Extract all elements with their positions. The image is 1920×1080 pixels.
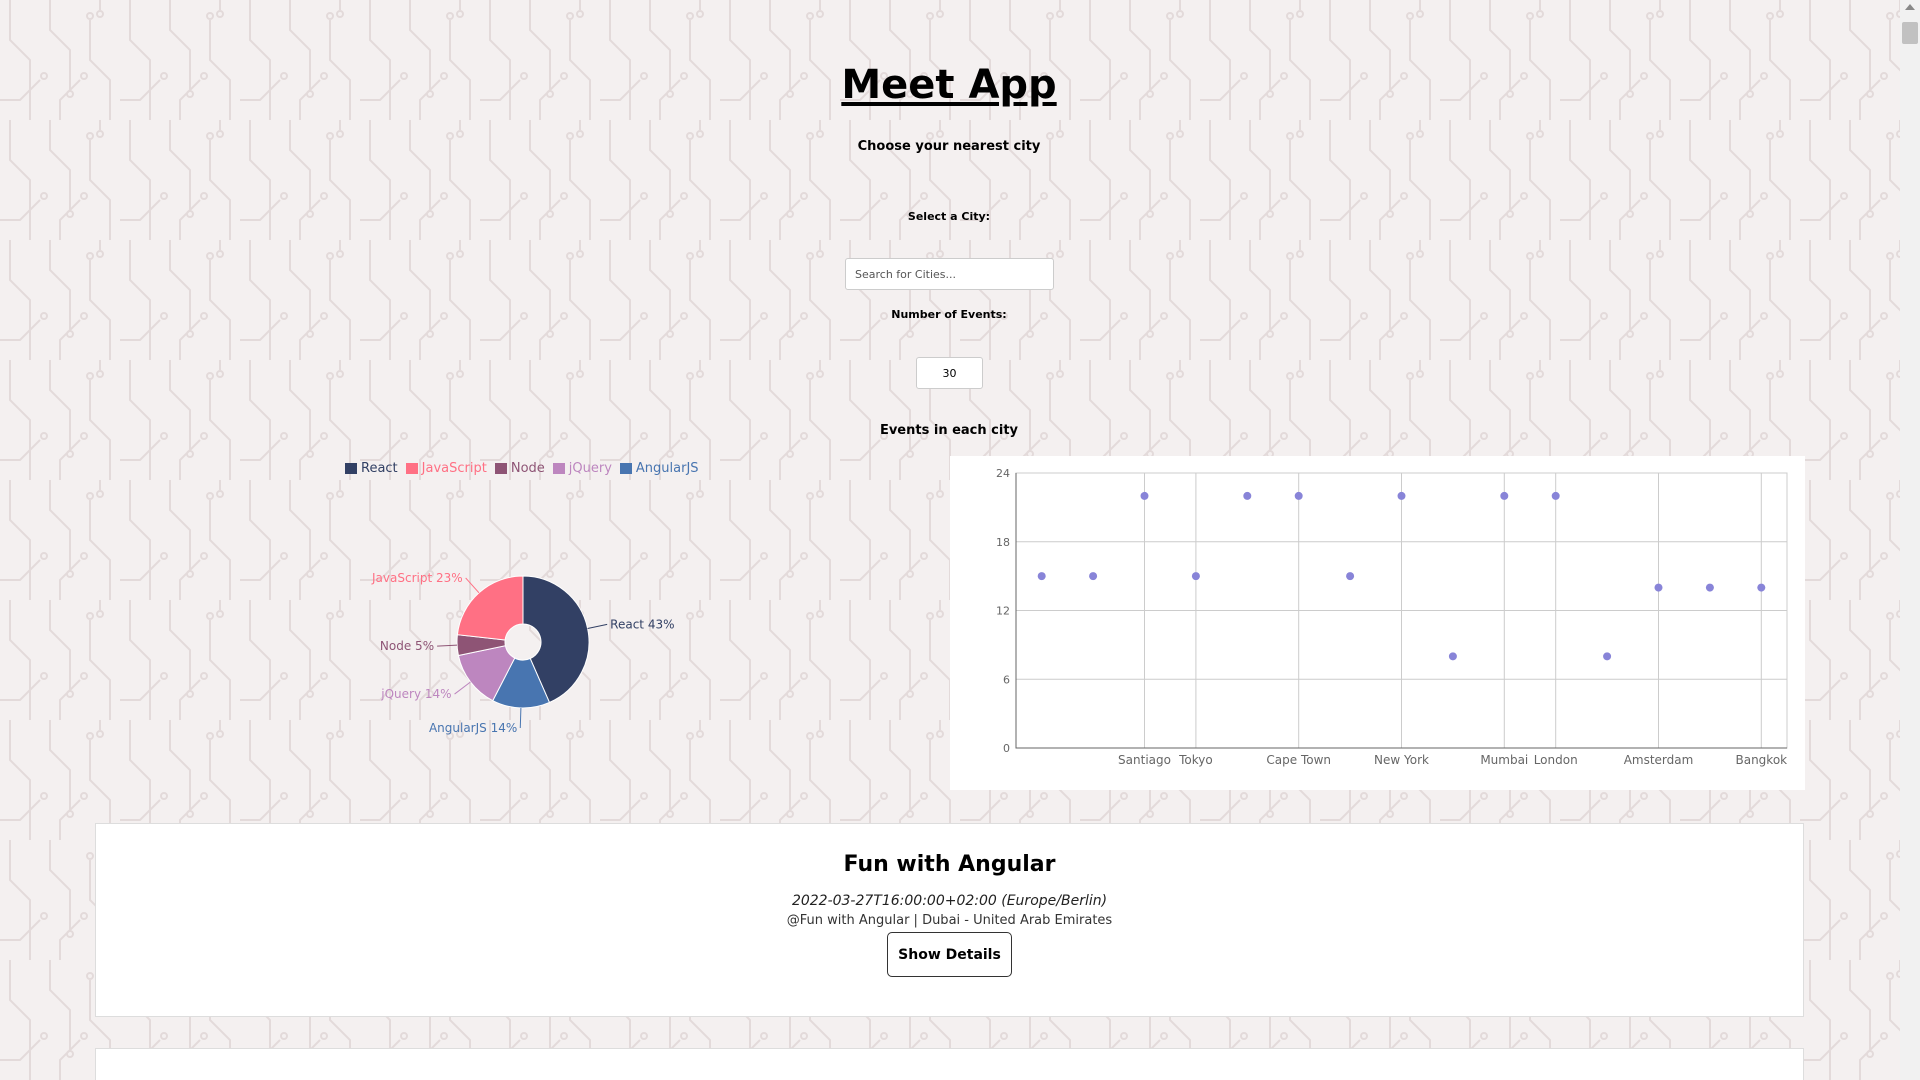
scatter-point[interactable]: [1037, 572, 1046, 581]
x-tick-label: Bangkok: [1735, 753, 1787, 767]
x-tick-label: London: [1534, 753, 1578, 767]
legend-label: AngularJS: [635, 461, 699, 476]
pie-slice-label: Node 5%: [380, 639, 434, 653]
events-scatter-chart: 0 6 12 18 24 Santiago Tokyo Cape Town New York Mu…: [996, 467, 1788, 767]
show-details-button[interactable]: Show Details: [887, 932, 1012, 977]
scatter-point[interactable]: [1757, 583, 1766, 592]
legend-item-javascript[interactable]: JavaScript: [405, 461, 487, 476]
legend-swatch: [552, 463, 565, 474]
pie-label-line: [587, 623, 608, 629]
page: Meet App Choose your nearest city Select…: [0, 0, 1920, 1080]
legend-swatch: [619, 463, 632, 474]
scatter-point[interactable]: [1448, 652, 1457, 661]
pie-slice-label: AngularJS 14%: [429, 721, 517, 735]
scatter-point[interactable]: [1603, 652, 1612, 661]
scatter-point[interactable]: [1294, 491, 1303, 500]
legend-swatch: [405, 463, 418, 474]
scatter-point[interactable]: [1705, 583, 1714, 592]
scroll-up-arrow-icon[interactable]: [1905, 4, 1915, 10]
legend-swatch: [345, 463, 357, 474]
event-date: 2022-03-27T16:00:00+02:00 (Europe/Berlin…: [791, 893, 1108, 909]
legend-item-angularjs[interactable]: AngularJS: [619, 461, 699, 476]
scatter-point[interactable]: [1346, 572, 1355, 581]
number-of-events-label: Number of Events:: [891, 308, 1007, 321]
city-search-input[interactable]: [845, 258, 1054, 290]
pie-label-line: [437, 644, 458, 647]
legend-swatch: [494, 463, 507, 474]
app-title: Meet App: [841, 62, 1057, 108]
pie-legend: React JavaScript Node jQuery AngularJS: [345, 461, 699, 476]
legend-item-jquery[interactable]: jQuery: [552, 461, 612, 476]
events-chart-heading: Events in each city: [879, 423, 1019, 438]
y-tick-label: 12: [996, 605, 1010, 618]
x-tick-label: Mumbai: [1480, 753, 1528, 767]
legend-label: React: [361, 461, 398, 476]
scatter-point[interactable]: [1243, 491, 1252, 500]
city-search-label: Select a City:: [907, 210, 991, 223]
subtitle: Choose your nearest city: [857, 139, 1041, 154]
pie-label-line: [454, 681, 471, 695]
scatter-point[interactable]: [1191, 572, 1200, 581]
events-scatter-panel: 0 6 12 18 24 Santiago Tokyo Cape Town New York Mu…: [950, 456, 1805, 790]
x-tick-label: New York: [1374, 753, 1429, 767]
legend-label: JavaScript: [421, 461, 487, 476]
x-tick-label: Tokyo: [1178, 753, 1213, 767]
event-location: @Fun with Angular | Dubai - United Arab …: [786, 913, 1113, 928]
vertical-scrollbar[interactable]: [1900, 0, 1920, 1080]
x-tick-label: Santiago: [1118, 753, 1171, 767]
x-tick-label: Amsterdam: [1624, 753, 1694, 767]
event-title: Fun with Angular: [843, 852, 1056, 877]
event-card: Fun with Angular 2022-03-27T16:00:00+02:…: [95, 823, 1804, 1017]
scatter-point[interactable]: [1089, 572, 1098, 581]
scatter-point[interactable]: [1551, 491, 1560, 500]
legend-label: Node: [510, 461, 545, 476]
pie-slice-label: jQuery 14%: [380, 687, 451, 701]
y-tick-label: 6: [1003, 673, 1010, 686]
scatter-point[interactable]: [1500, 491, 1509, 500]
y-tick-label: 0: [1003, 742, 1010, 755]
legend-item-react[interactable]: React: [345, 461, 398, 476]
y-tick-label: 18: [996, 536, 1010, 549]
pie-slice-label: JavaScript 23%: [371, 571, 463, 585]
number-of-events-input[interactable]: [916, 357, 983, 389]
pie-label-line: [465, 577, 480, 594]
pie-slice-javascript[interactable]: [456, 575, 524, 641]
genre-pie-chart: React 43% AngularJS 14% jQuery 14% Node 5% J…: [371, 571, 674, 735]
legend-label: jQuery: [568, 461, 612, 476]
scroll-thumb[interactable]: [1902, 22, 1918, 44]
scatter-point[interactable]: [1654, 583, 1663, 592]
event-card: [95, 1048, 1804, 1080]
y-tick-label: 24: [996, 467, 1010, 480]
scatter-point[interactable]: [1140, 491, 1149, 500]
x-tick-label: Cape Town: [1266, 753, 1331, 767]
pie-slice-label: React 43%: [610, 617, 674, 631]
legend-item-node[interactable]: Node: [494, 461, 545, 476]
pie-label-line: [519, 707, 522, 728]
scatter-point[interactable]: [1397, 491, 1406, 500]
